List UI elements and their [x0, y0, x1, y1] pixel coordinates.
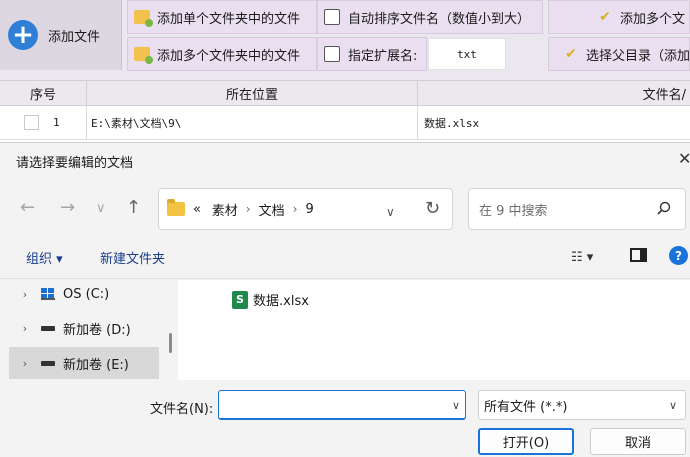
add-file-label: 添加文件: [48, 29, 101, 45]
chevron-right-icon: ›: [292, 202, 298, 216]
refresh-icon[interactable]: ↻: [425, 198, 440, 219]
open-button[interactable]: 打开(O): [478, 428, 574, 455]
chevron-right-icon[interactable]: ›: [9, 288, 41, 301]
view-options-icon[interactable]: ☷ ▾: [571, 250, 593, 265]
column-header-filename[interactable]: 文件名/: [418, 81, 690, 105]
tree-item-drive-e[interactable]: › 新加卷 (E:): [9, 347, 159, 379]
organize-menu[interactable]: 组织 ▾: [26, 248, 63, 267]
windows-drive-icon: [41, 288, 55, 300]
add-file-button[interactable]: + 添加文件: [0, 0, 122, 70]
extension-input[interactable]: txt: [428, 38, 506, 70]
auto-sort-toggle[interactable]: 自动排序文件名（数值小到大）: [317, 0, 543, 34]
navigation-pane: › OS (C:) › 新加卷 (D:) › 新加卷 (E:): [0, 280, 178, 380]
chevron-right-icon[interactable]: ›: [9, 322, 41, 335]
select-parent-button[interactable]: ✔ 选择父目录（添加: [548, 37, 690, 71]
close-icon[interactable]: ✕: [678, 149, 690, 168]
specify-ext-checkbox[interactable]: [324, 46, 340, 62]
dialog-footer: 文件名(N): ∨ 所有文件 (*.*) ∨ 打开(O) 取消: [0, 380, 690, 457]
checkmark-icon: ✔: [599, 9, 611, 25]
file-name: 数据.xlsx: [253, 294, 309, 309]
app-toolbar: + 添加文件 添加单个文件夹中的文件 添加多个文件夹中的文件 自动排序文件名（数…: [0, 0, 690, 80]
breadcrumb-item[interactable]: 9: [305, 202, 313, 217]
cancel-button[interactable]: 取消: [590, 428, 686, 455]
add-multi-files-button[interactable]: ✔ 添加多个文: [548, 0, 690, 34]
open-file-dialog: 请选择要编辑的文档 ✕ ← → ∨ ↑ « › 素材 › 文档 › 9 ∨ ↻ …: [0, 142, 690, 457]
breadcrumb-item[interactable]: 文档: [259, 200, 285, 219]
row-filename: 数据.xlsx: [424, 116, 480, 130]
folder-icon: [167, 199, 185, 216]
table-header: 序号 所在位置 文件名/: [0, 80, 690, 106]
address-bar[interactable]: « › 素材 › 文档 › 9: [158, 188, 453, 230]
command-bar: 组织 ▾ 新建文件夹 ☷ ▾ ?: [0, 235, 690, 279]
checkmark-icon: ✔: [565, 46, 577, 62]
up-arrow-icon[interactable]: ↑: [126, 197, 141, 218]
address-history-chevron-icon[interactable]: ∨: [386, 205, 395, 219]
excel-file-icon: S: [232, 290, 248, 309]
tree-item-os-c[interactable]: › OS (C:): [9, 278, 159, 310]
add-multi-folder-button[interactable]: 添加多个文件夹中的文件: [127, 37, 317, 71]
file-type-select[interactable]: 所有文件 (*.*) ∨: [478, 390, 686, 420]
folder-add-icon: [134, 10, 153, 27]
forward-arrow-icon[interactable]: →: [60, 197, 75, 218]
file-list: S 数据.xlsx: [178, 280, 690, 380]
recent-locations-chevron-icon[interactable]: ∨: [96, 201, 106, 216]
breadcrumb-overflow[interactable]: «: [193, 202, 201, 217]
new-folder-button[interactable]: 新建文件夹: [100, 248, 165, 267]
filename-dropdown-chevron-icon[interactable]: ∨: [452, 399, 460, 412]
help-icon[interactable]: ?: [669, 246, 688, 265]
breadcrumb-item[interactable]: 素材: [212, 200, 238, 219]
row-location: E:\素材\文档\9\: [87, 106, 418, 139]
table-row[interactable]: 1 E:\素材\文档\9\ 数据.xlsx: [0, 106, 690, 140]
column-header-location[interactable]: 所在位置: [87, 81, 418, 105]
preview-pane-icon[interactable]: [630, 248, 647, 262]
search-input[interactable]: 在 9 中搜索: [468, 188, 686, 230]
auto-sort-checkbox[interactable]: [324, 9, 340, 25]
folder-add-icon: [134, 47, 153, 64]
dialog-title: 请选择要编辑的文档: [16, 156, 134, 171]
filename-label: 文件名(N):: [150, 402, 214, 417]
back-arrow-icon[interactable]: ←: [20, 197, 35, 218]
chevron-down-icon: ∨: [668, 399, 677, 412]
chevron-right-icon[interactable]: ›: [9, 357, 41, 370]
navigation-bar: ← → ∨ ↑ « › 素材 › 文档 › 9 ∨ ↻ 在 9 中搜索: [0, 181, 690, 235]
add-single-folder-button[interactable]: 添加单个文件夹中的文件: [127, 0, 317, 34]
tree-item-drive-d[interactable]: › 新加卷 (D:): [9, 312, 159, 344]
specify-ext-toggle[interactable]: 指定扩展名:: [317, 37, 427, 71]
chevron-right-icon: ›: [245, 202, 251, 216]
row-index: 1: [53, 116, 60, 129]
search-icon: [657, 201, 671, 215]
filename-input[interactable]: [218, 390, 466, 420]
drive-icon: [41, 360, 55, 366]
drive-icon: [41, 325, 55, 331]
search-placeholder: 在 9 中搜索: [479, 203, 548, 219]
column-header-index[interactable]: 序号: [0, 81, 87, 105]
file-item[interactable]: S 数据.xlsx: [232, 290, 309, 309]
row-checkbox[interactable]: [24, 115, 39, 130]
plus-icon: +: [8, 20, 38, 50]
scrollbar-thumb[interactable]: [169, 333, 172, 353]
